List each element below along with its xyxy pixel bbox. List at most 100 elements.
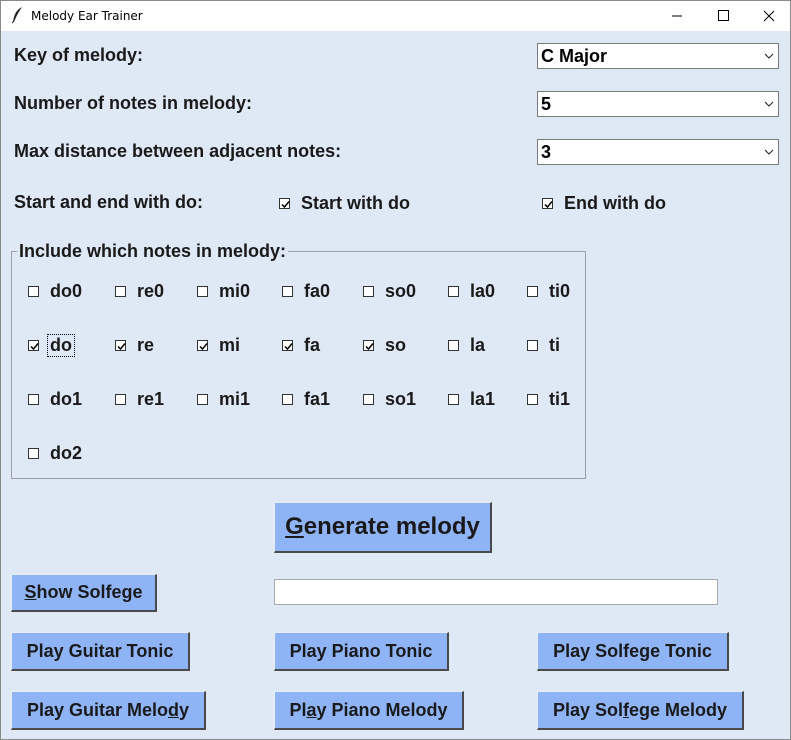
num-notes-select[interactable]: 5	[537, 91, 779, 117]
note-checkbox[interactable]: do	[28, 334, 75, 357]
note-checkbox[interactable]: ti1	[527, 389, 570, 410]
note-checkbox-label: mi1	[219, 389, 251, 409]
checkbox-box	[197, 394, 208, 405]
checkbox-box	[448, 340, 459, 351]
max-distance-value: 3	[541, 142, 552, 162]
note-checkbox-label: ti0	[549, 281, 571, 301]
note-checkbox[interactable]: fa	[282, 335, 320, 356]
end-with-do-checkbox[interactable]: End with do	[542, 193, 666, 214]
note-checkbox-label: do1	[50, 389, 83, 409]
play-guitar-melody-label: Play Guitar Melo	[26, 699, 169, 720]
play-guitar-tonic-button[interactable]: Play Guitar Tonic	[11, 632, 190, 671]
checkbox-box	[197, 286, 208, 297]
note-checkbox-label: mi0	[219, 281, 251, 301]
note-checkbox[interactable]: mi	[197, 335, 240, 356]
note-checkbox-label: so0	[385, 281, 417, 301]
note-checkbox[interactable]: fa1	[282, 389, 330, 410]
solfege-output-field[interactable]	[274, 579, 718, 605]
checkbox-box	[28, 394, 39, 405]
checkbox-box	[115, 394, 126, 405]
note-checkbox[interactable]: mi0	[197, 281, 250, 302]
play-piano-melody-button[interactable]: Pl a y Piano Melody	[274, 691, 464, 730]
key-label: Key of melody:	[14, 45, 144, 65]
checkbox-box	[282, 286, 293, 297]
checkmark-icon	[199, 343, 208, 351]
note-checkbox[interactable]: fa0	[282, 281, 330, 302]
note-checkbox-label: fa0	[304, 281, 331, 301]
title-bar: Melody Ear Trainer	[1, 1, 790, 31]
start-with-do-checkbox[interactable]: Start with do	[279, 193, 410, 214]
note-checkbox-label: ti	[549, 335, 560, 355]
note-checkbox[interactable]: do0	[28, 281, 82, 302]
generate-label: enerate melody	[303, 513, 480, 540]
checkbox-box	[28, 448, 39, 459]
max-distance-select[interactable]: 3	[537, 139, 779, 165]
note-checkbox-label: fa	[304, 335, 321, 355]
checkmark-icon	[544, 201, 553, 209]
checkbox-box	[363, 286, 374, 297]
note-checkbox[interactable]: mi1	[197, 389, 250, 410]
checkbox-box	[363, 340, 374, 351]
minimize-icon	[672, 15, 682, 17]
checkbox-box	[448, 286, 459, 297]
note-checkbox-label: mi	[219, 335, 241, 355]
checkbox-box	[28, 286, 39, 297]
checkmark-icon	[117, 343, 126, 351]
note-checkbox[interactable]: so0	[363, 281, 416, 302]
note-checkbox[interactable]: la0	[448, 281, 495, 302]
checkbox-box	[527, 286, 538, 297]
show-solfege-button[interactable]: Show Solfege	[11, 574, 157, 612]
play-solfege-tonic-button[interactable]: Play Solfege Tonic	[537, 632, 729, 671]
note-checkbox[interactable]: so1	[363, 389, 416, 410]
note-checkbox[interactable]: do1	[28, 389, 82, 410]
chevron-down-icon	[764, 149, 774, 155]
play-guitar-melody-button[interactable]: Play Guitar Melo d y	[11, 691, 206, 730]
note-checkbox[interactable]: do2	[28, 443, 82, 464]
generate-melody-button[interactable]: Generate melody	[274, 502, 492, 553]
max-distance-label: Max distance between adjacent notes:	[14, 141, 342, 161]
play-solfege-melody-label-end: ege Melody	[629, 699, 728, 720]
play-piano-tonic-button[interactable]: Play Piano Tonic	[274, 632, 449, 671]
note-checkbox-label: re0	[137, 281, 165, 301]
checkmark-icon	[281, 201, 290, 209]
close-button[interactable]	[746, 1, 790, 31]
checkmark-icon	[365, 343, 374, 351]
play-solfege-melody-button[interactable]: Play Sol f ege Melody	[537, 691, 744, 730]
num-notes-value: 5	[541, 94, 552, 114]
checkbox-box	[282, 394, 293, 405]
note-checkbox[interactable]: re0	[115, 281, 164, 302]
note-checkbox[interactable]: la1	[448, 389, 495, 410]
note-checkbox[interactable]: ti0	[527, 281, 570, 302]
notes-group-title: Include which notes in melody:	[17, 241, 289, 262]
note-checkbox[interactable]: re	[115, 335, 154, 356]
checkmark-icon	[284, 343, 293, 351]
play-piano-melody-label: Pl	[289, 699, 307, 720]
note-checkbox[interactable]: ti	[527, 335, 560, 356]
play-solfege-melody-label: Play Sol	[552, 699, 623, 720]
note-checkbox-label: re1	[137, 389, 165, 409]
chevron-down-icon	[764, 101, 774, 107]
key-select[interactable]: C Major	[537, 43, 779, 69]
generate-mnemonic: G	[285, 513, 304, 540]
note-checkbox[interactable]: so	[363, 335, 406, 356]
note-checkbox[interactable]: la	[448, 335, 485, 356]
maximize-button[interactable]	[700, 1, 746, 31]
note-checkbox-label: do0	[50, 281, 83, 301]
note-checkbox-label: la	[470, 335, 486, 355]
note-checkbox-label: so1	[385, 389, 417, 409]
checkbox-box	[279, 198, 290, 209]
play-piano-melody-mnemonic: a	[306, 699, 317, 720]
close-icon	[763, 10, 775, 22]
checkbox-box	[527, 394, 538, 405]
minimize-button[interactable]	[654, 1, 700, 31]
show-solfege-mnemonic: S	[24, 582, 37, 602]
checkbox-box	[542, 198, 553, 209]
note-checkbox-label: la1	[470, 389, 496, 409]
checkbox-box	[282, 340, 293, 351]
note-checkbox-label: fa1	[304, 389, 331, 409]
note-checkbox-label: so	[385, 335, 407, 355]
note-checkbox[interactable]: re1	[115, 389, 164, 410]
start-with-do-label: Start with do	[301, 193, 410, 213]
note-checkbox-label: re	[137, 335, 155, 355]
window-title: Melody Ear Trainer	[31, 9, 143, 23]
